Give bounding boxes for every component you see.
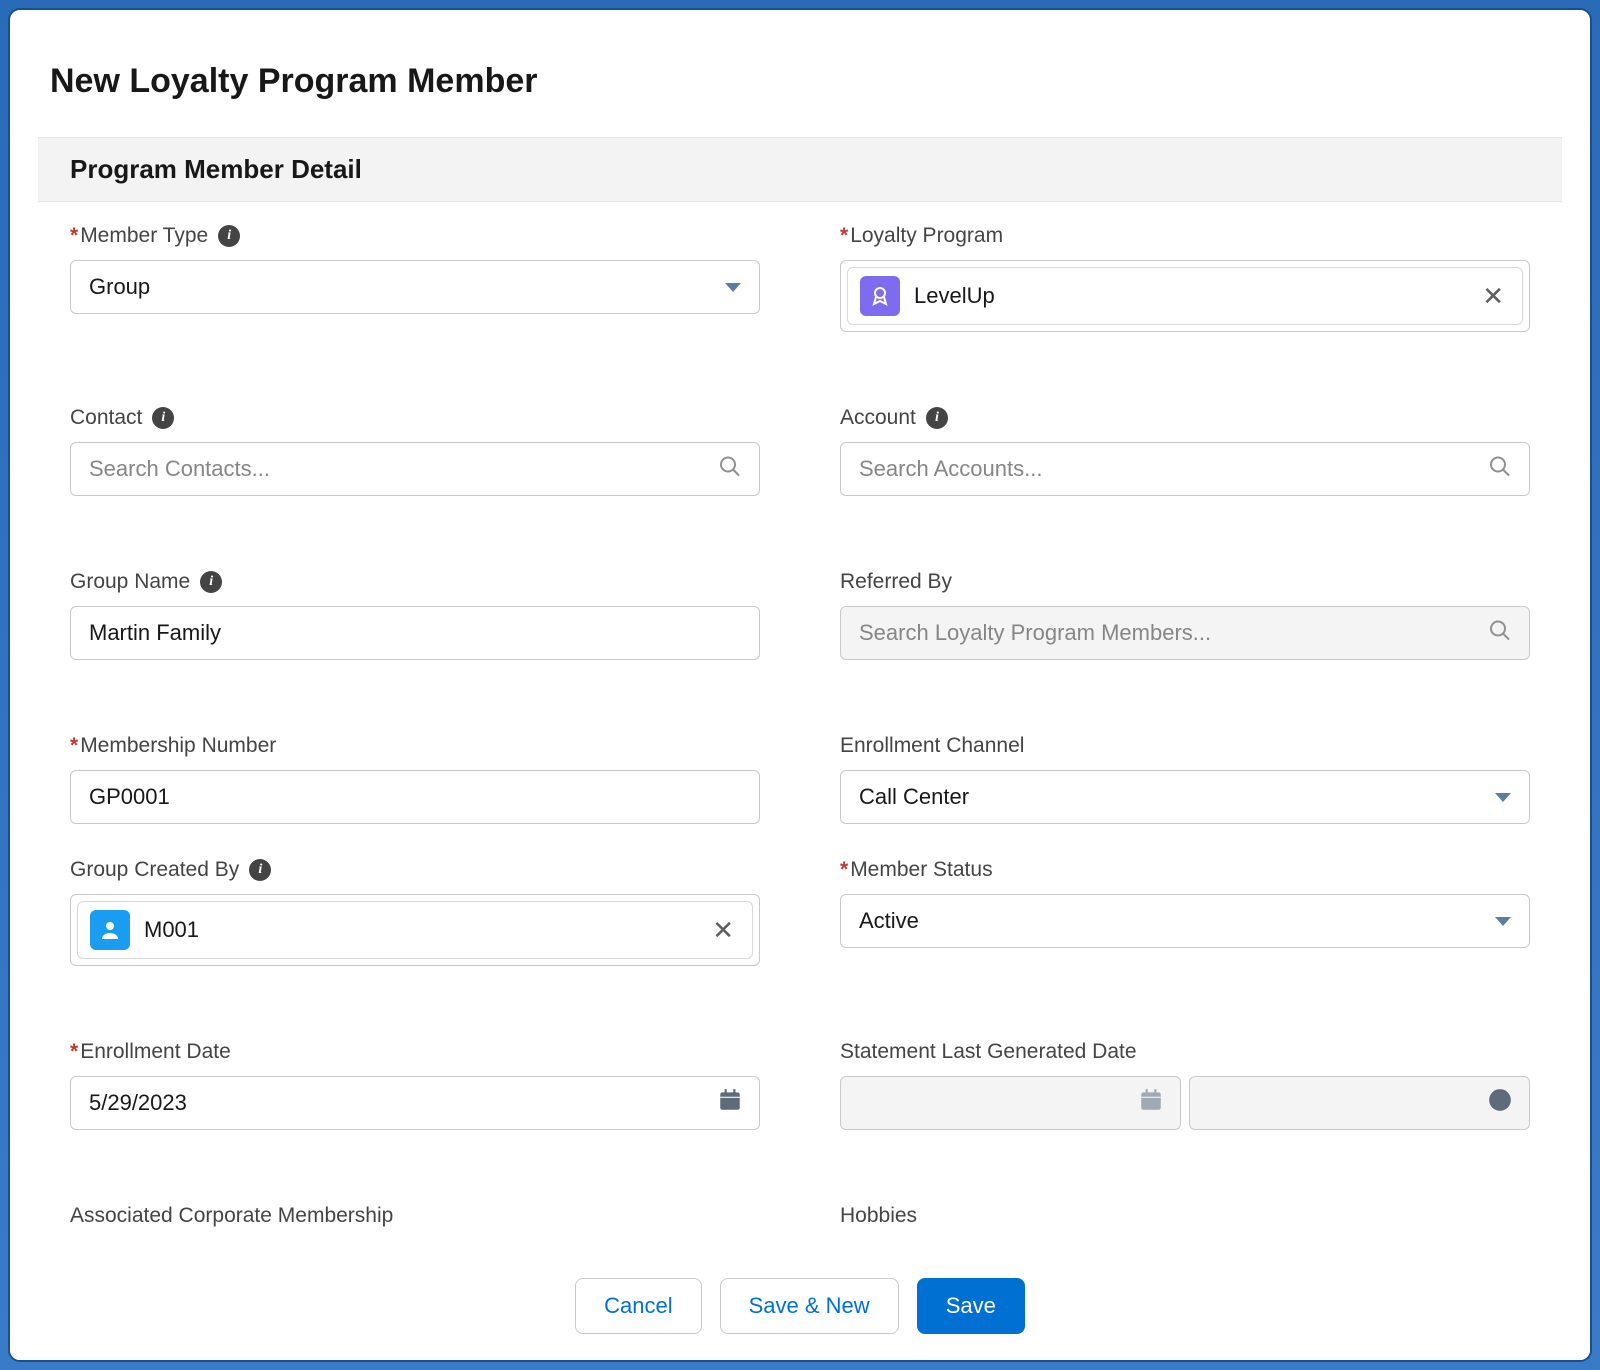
label-loyalty-program: *Loyalty Program: [840, 224, 1003, 248]
field-contact: Contact i: [70, 404, 760, 496]
field-hobbies: Hobbies: [840, 1202, 1530, 1230]
field-assoc-corp: Associated Corporate Membership: [70, 1202, 760, 1230]
save-and-new-button[interactable]: Save & New: [720, 1278, 899, 1334]
info-icon[interactable]: i: [152, 407, 174, 429]
label-contact: Contact: [70, 406, 142, 430]
info-icon[interactable]: i: [249, 859, 271, 881]
search-icon: [718, 455, 742, 484]
chevron-down-icon: [1495, 793, 1511, 802]
field-member-type: *Member Type i Group: [70, 222, 760, 332]
field-loyalty-program: *Loyalty Program LevelUp ✕: [840, 222, 1530, 332]
input-statement-time[interactable]: [1189, 1076, 1530, 1130]
label-assoc-corp: Associated Corporate Membership: [70, 1204, 393, 1228]
select-member-type[interactable]: Group: [70, 260, 760, 314]
search-icon: [1488, 455, 1512, 484]
label-group-name: Group Name: [70, 570, 190, 594]
label-membership-number: *Membership Number: [70, 734, 276, 758]
label-group-created-by: Group Created By: [70, 858, 239, 882]
label-referred-by: Referred By: [840, 570, 952, 594]
modal-title: New Loyalty Program Member: [50, 62, 1558, 101]
info-icon[interactable]: i: [200, 571, 222, 593]
award-icon: [860, 276, 900, 316]
input-group-name[interactable]: [70, 606, 760, 660]
pill-label: LevelUp: [914, 283, 1462, 309]
input-membership-number[interactable]: [70, 770, 760, 824]
search-account-input[interactable]: [859, 443, 1479, 495]
calendar-icon[interactable]: [1138, 1087, 1164, 1119]
label-member-type: *Member Type: [70, 224, 208, 248]
label-enrollment-date: *Enrollment Date: [70, 1040, 231, 1064]
new-member-modal: New Loyalty Program Member Program Membe…: [8, 8, 1592, 1362]
search-contact-input[interactable]: [89, 443, 709, 495]
lookup-group-created-by[interactable]: M001 ✕: [70, 894, 760, 966]
select-enrollment-channel-value: Call Center: [859, 784, 969, 810]
form-body: *Member Type i Group *Loyalty Program: [10, 202, 1590, 1262]
field-account: Account i: [840, 404, 1530, 496]
chevron-down-icon: [1495, 917, 1511, 926]
label-account: Account: [840, 406, 916, 430]
field-enrollment-date: *Enrollment Date 5/29/2023: [70, 1038, 760, 1130]
info-icon[interactable]: i: [926, 407, 948, 429]
label-statement-date: Statement Last Generated Date: [840, 1040, 1137, 1064]
lookup-loyalty-program[interactable]: LevelUp ✕: [840, 260, 1530, 332]
person-icon: [90, 910, 130, 950]
cancel-button[interactable]: Cancel: [575, 1278, 701, 1334]
lookup-referred-by[interactable]: [840, 606, 1530, 660]
field-membership-number: *Membership Number: [70, 732, 760, 824]
close-icon[interactable]: ✕: [706, 917, 740, 943]
select-member-status-value: Active: [859, 908, 919, 934]
label-member-status: *Member Status: [840, 858, 993, 882]
section-header: Program Member Detail: [38, 137, 1562, 202]
field-enrollment-channel: Enrollment Channel Call Center: [840, 732, 1530, 824]
search-referred-by-input[interactable]: [859, 607, 1479, 659]
field-statement-date: Statement Last Generated Date: [840, 1038, 1530, 1130]
field-referred-by: Referred By: [840, 568, 1530, 660]
select-member-type-value: Group: [89, 274, 150, 300]
field-group-created-by: Group Created By i M001 ✕: [70, 856, 760, 966]
input-statement-date[interactable]: [840, 1076, 1181, 1130]
info-icon[interactable]: i: [218, 225, 240, 247]
select-enrollment-channel[interactable]: Call Center: [840, 770, 1530, 824]
pill-label: M001: [144, 917, 692, 943]
label-enrollment-channel: Enrollment Channel: [840, 734, 1024, 758]
save-button[interactable]: Save: [917, 1278, 1025, 1334]
close-icon[interactable]: ✕: [1476, 283, 1510, 309]
search-icon: [1488, 619, 1512, 648]
field-group-name: Group Name i: [70, 568, 760, 660]
clock-icon[interactable]: [1487, 1087, 1513, 1119]
lookup-contact[interactable]: [70, 442, 760, 496]
field-member-status: *Member Status Active: [840, 856, 1530, 966]
modal-header: New Loyalty Program Member: [10, 10, 1590, 137]
select-member-status[interactable]: Active: [840, 894, 1530, 948]
input-enrollment-date[interactable]: 5/29/2023: [70, 1076, 760, 1130]
modal-footer: Cancel Save & New Save: [10, 1262, 1590, 1360]
label-hobbies: Hobbies: [840, 1204, 917, 1228]
calendar-icon[interactable]: [717, 1087, 743, 1119]
chevron-down-icon: [725, 283, 741, 292]
lookup-account[interactable]: [840, 442, 1530, 496]
enrollment-date-value: 5/29/2023: [89, 1090, 187, 1116]
